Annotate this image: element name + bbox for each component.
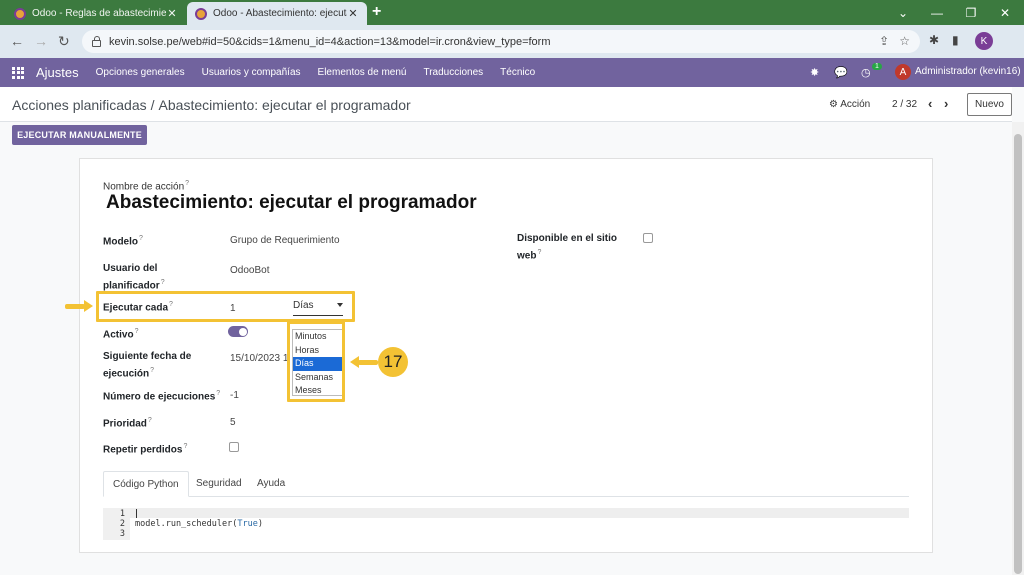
- side-panel-icon[interactable]: ▮: [952, 33, 959, 47]
- priority-field[interactable]: 5: [230, 417, 236, 428]
- tab-title: Odoo - Abastecimiento: ejecuta: [213, 8, 347, 19]
- gear-icon: ⚙: [829, 99, 838, 110]
- forward-icon[interactable]: →: [34, 33, 48, 49]
- odoo-favicon-icon: [14, 7, 26, 20]
- extensions-icon[interactable]: ✱: [929, 33, 939, 47]
- breadcrumb: Acciones planificadas / Abastecimiento: ej…: [12, 97, 411, 113]
- line-number: 3: [119, 529, 125, 539]
- action-name-field[interactable]: Abastecimiento: ejecutar el programador: [106, 192, 477, 214]
- scrollbar-thumb[interactable]: [1014, 134, 1022, 574]
- action-menu-button[interactable]: ⚙ Acción: [829, 99, 870, 110]
- odoo-favicon-icon: [195, 7, 207, 20]
- page-scrollbar[interactable]: [1012, 122, 1024, 575]
- arrow-shaft-right: [65, 304, 85, 309]
- share-star-icons[interactable]: ⇪ ☆: [879, 34, 910, 48]
- browser-tab-abastecimiento[interactable]: Odoo - Abastecimiento: ejecuta ✕: [187, 2, 367, 25]
- tab-title: Odoo - Reglas de abastecimient: [32, 8, 166, 19]
- notebook-tabs: Código Python Seguridad Ayuda: [103, 471, 909, 497]
- restore-icon[interactable]: ❐: [954, 0, 988, 25]
- form-statusbar: EJECUTAR MANUALMENTE: [0, 122, 1012, 158]
- browser-toolbar: ← → ↻ kevin.solse.pe/web#id=50&cids=1&me…: [0, 25, 1024, 58]
- close-tab-icon[interactable]: ✕: [347, 7, 359, 20]
- back-icon[interactable]: ←: [10, 33, 24, 49]
- apps-menu-icon[interactable]: [12, 66, 24, 79]
- arrow-shaft-left: [358, 360, 378, 365]
- website-published-label: Disponible en el sitio web?: [517, 233, 618, 262]
- profile-avatar[interactable]: K: [975, 32, 993, 50]
- odoo-navbar: Ajustes Opciones generales Usuarios y co…: [0, 58, 1024, 87]
- activity-clock-icon[interactable]: ◷: [861, 66, 871, 79]
- user-name[interactable]: Administrador (kevin16): [915, 66, 1021, 77]
- code-line-2: model.run_scheduler(True): [135, 519, 263, 529]
- action-label: Acción: [840, 99, 871, 110]
- do-missed-checkbox[interactable]: [229, 442, 239, 452]
- breadcrumb-separator: /: [150, 97, 155, 113]
- model-label: Modelo?: [103, 235, 143, 248]
- website-published-checkbox[interactable]: [643, 233, 653, 243]
- text-cursor: [136, 509, 137, 518]
- active-code-line: [130, 508, 909, 518]
- line-number: 2: [119, 519, 125, 529]
- priority-label: Prioridad?: [103, 417, 152, 430]
- highlight-dropdown: [287, 321, 345, 402]
- reload-icon[interactable]: ↻: [58, 33, 70, 50]
- line-number: 1: [119, 509, 125, 519]
- next-date-label: Siguiente fecha de ejecución?: [103, 351, 192, 380]
- pager-next-icon[interactable]: ›: [944, 96, 948, 111]
- tab-seguridad[interactable]: Seguridad: [187, 471, 251, 497]
- menu-traducciones[interactable]: Traducciones: [423, 67, 483, 78]
- number-calls-field[interactable]: -1: [230, 390, 239, 401]
- tab-codigo-python[interactable]: Código Python: [103, 471, 189, 497]
- menu-opciones-generales[interactable]: Opciones generales: [96, 67, 185, 78]
- chat-icon[interactable]: 💬: [834, 66, 848, 79]
- menu-usuarios-companias[interactable]: Usuarios y compañías: [202, 67, 301, 78]
- pager-value[interactable]: 2 / 32: [892, 99, 917, 110]
- tab-search-icon[interactable]: ⌄: [886, 0, 920, 25]
- minimize-icon[interactable]: —: [920, 0, 954, 25]
- pager-previous-icon[interactable]: ‹: [928, 96, 932, 111]
- address-bar[interactable]: kevin.solse.pe/web#id=50&cids=1&menu_id=…: [82, 30, 920, 53]
- debug-bug-icon[interactable]: ✸: [810, 66, 819, 79]
- window-close-icon[interactable]: ✕: [988, 0, 1022, 25]
- scheduler-user-field[interactable]: OdooBot: [230, 265, 269, 276]
- browser-tab-reglas[interactable]: Odoo - Reglas de abastecimient ✕: [6, 2, 186, 25]
- activity-count-badge: 1: [872, 63, 882, 70]
- control-panel: Acciones planificadas / Abastecimiento: ej…: [0, 87, 1012, 122]
- active-label: Activo?: [103, 328, 139, 341]
- new-tab-icon[interactable]: +: [372, 3, 381, 21]
- highlight-interval-row: [96, 291, 355, 322]
- user-avatar[interactable]: A: [895, 64, 911, 80]
- number-calls-label: Número de ejecuciones?: [103, 390, 221, 403]
- arrow-right-icon: [84, 300, 93, 312]
- browser-tab-bar: Odoo - Reglas de abastecimient ✕ Odoo - …: [0, 0, 1024, 25]
- arrow-left-icon: [350, 356, 359, 368]
- breadcrumb-current: Abastecimiento: ejecutar el programador: [158, 97, 411, 113]
- scheduler-user-label: Usuario del planificador?: [103, 263, 165, 292]
- model-field[interactable]: Grupo de Requerimiento: [230, 235, 340, 246]
- run-manually-button[interactable]: EJECUTAR MANUALMENTE: [12, 125, 147, 145]
- close-tab-icon[interactable]: ✕: [166, 7, 178, 20]
- menu-elementos-menu[interactable]: Elementos de menú: [318, 67, 407, 78]
- url-text: kevin.solse.pe/web#id=50&cids=1&menu_id=…: [109, 35, 551, 48]
- new-button[interactable]: Nuevo: [967, 93, 1012, 116]
- python-code-editor[interactable]: 1 2 3 model.run_scheduler(True): [103, 508, 909, 540]
- tab-ayuda[interactable]: Ayuda: [248, 471, 294, 497]
- app-name[interactable]: Ajustes: [36, 65, 79, 80]
- breadcrumb-parent[interactable]: Acciones planificadas: [12, 97, 147, 113]
- step-number-badge: 17: [378, 347, 408, 377]
- active-toggle[interactable]: [228, 326, 248, 337]
- next-date-field[interactable]: 15/10/2023 1: [230, 353, 288, 364]
- lock-icon: [92, 36, 101, 47]
- do-missed-label: Repetir perdidos?: [103, 443, 188, 456]
- menu-tecnico[interactable]: Técnico: [500, 67, 535, 78]
